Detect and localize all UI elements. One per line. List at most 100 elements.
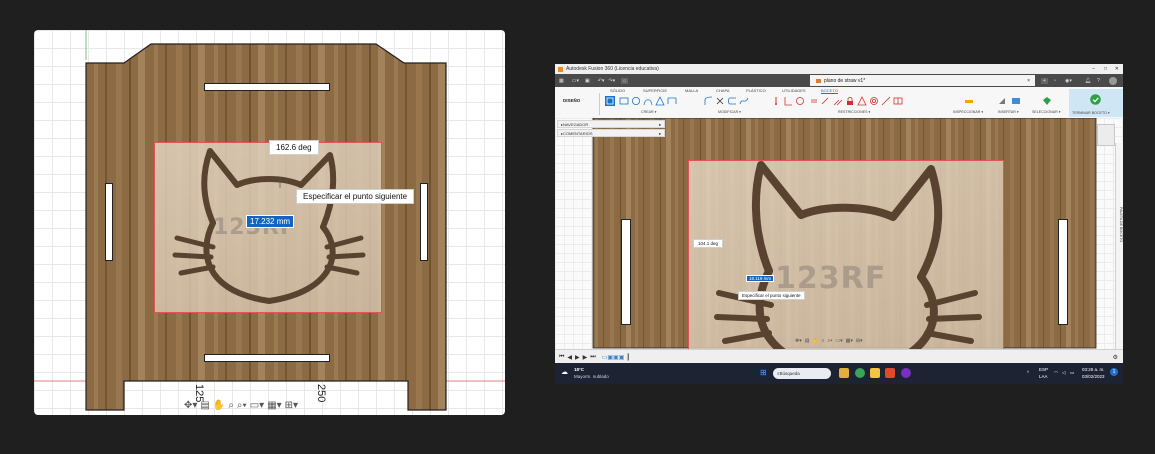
group-restricciones[interactable]: RESTRICCIONES ▾ bbox=[838, 110, 870, 114]
browser-toggle-icon[interactable]: ● bbox=[659, 122, 661, 127]
timeline-marker-icon[interactable]: ┃ bbox=[626, 354, 630, 361]
display-settings-icon[interactable]: ▭▾ bbox=[835, 336, 842, 346]
lang-line2[interactable]: LAA bbox=[1039, 374, 1048, 379]
minimize-button[interactable]: – bbox=[1092, 66, 1095, 72]
group-seleccionar[interactable]: SELECCIONAR ▾ bbox=[1032, 110, 1061, 114]
view-cube[interactable] bbox=[1097, 124, 1115, 146]
zoom-window-icon[interactable]: ⌕▾ bbox=[827, 336, 832, 346]
tray-chevron-icon[interactable]: ^ bbox=[1027, 370, 1029, 375]
workspace-dropdown[interactable]: DISEÑO bbox=[563, 98, 580, 103]
file-explorer-icon[interactable] bbox=[870, 368, 880, 378]
widget-app-icon[interactable] bbox=[839, 368, 849, 378]
tab-solido[interactable]: SÓLIDO bbox=[610, 88, 625, 93]
home-icon[interactable]: ⌂ bbox=[621, 77, 629, 84]
length-input-zoomed[interactable]: 18.119 mm bbox=[746, 275, 775, 282]
tab-utilidades[interactable]: UTILIDADES bbox=[782, 88, 806, 93]
comments-add-icon[interactable]: ● bbox=[659, 131, 661, 136]
clock-time[interactable]: 03:28 a. m. bbox=[1082, 367, 1105, 372]
help-icon[interactable]: ? bbox=[1097, 78, 1100, 84]
select-icon[interactable] bbox=[1042, 96, 1052, 106]
polygon-icon[interactable] bbox=[655, 96, 665, 106]
pan-icon[interactable]: ✋ bbox=[812, 336, 818, 346]
go-first-icon[interactable]: ⏮ bbox=[559, 354, 564, 361]
left-slot-zoomed[interactable] bbox=[621, 219, 631, 325]
curvature-icon[interactable] bbox=[893, 96, 903, 106]
look-at-icon[interactable]: ▤ bbox=[200, 401, 209, 411]
grid-settings-icon[interactable]: ▦▾ bbox=[846, 336, 853, 346]
group-terminar[interactable]: TERMINAR BOCETO ▾ bbox=[1072, 111, 1110, 115]
insert-canvas-icon[interactable] bbox=[1011, 96, 1021, 106]
volume-icon[interactable]: ◁ bbox=[1062, 370, 1065, 376]
concentric-icon[interactable] bbox=[869, 96, 879, 106]
weather-icon[interactable]: ☁ bbox=[561, 368, 568, 376]
tab-chapa[interactable]: CHAPA bbox=[716, 88, 729, 93]
pan-icon[interactable]: ✋ bbox=[213, 401, 225, 411]
file-menu-icon[interactable]: ▭▾ bbox=[572, 78, 579, 84]
viewports-icon[interactable]: ⊞▾ bbox=[856, 336, 863, 346]
group-modificar[interactable]: MODIFICAR ▾ bbox=[718, 110, 741, 114]
create-sketch-icon[interactable] bbox=[605, 96, 615, 106]
collinear-icon[interactable] bbox=[833, 96, 843, 106]
timeline-feature-icon[interactable]: ▭▣▣▣ bbox=[602, 354, 625, 361]
tab-boceto[interactable]: BOCETO bbox=[821, 88, 838, 94]
symmetry-icon[interactable] bbox=[857, 96, 867, 106]
timeline-settings-icon[interactable]: ⚙ bbox=[1113, 354, 1118, 361]
group-insertar[interactable]: INSERTAR ▾ bbox=[998, 110, 1019, 114]
top-slot[interactable] bbox=[204, 83, 330, 91]
right-slot-zoomed[interactable] bbox=[1058, 219, 1068, 325]
measure-icon[interactable] bbox=[964, 96, 974, 106]
orbit-icon[interactable]: ✥▾ bbox=[795, 336, 802, 346]
redo-icon[interactable]: ↷▾ bbox=[608, 78, 615, 84]
circle-icon[interactable] bbox=[631, 96, 641, 106]
tab-superficie[interactable]: SUPERFICIE bbox=[643, 88, 667, 93]
group-inspeccionar[interactable]: INSPECCIONAR ▾ bbox=[953, 110, 983, 114]
right-slot[interactable] bbox=[420, 183, 428, 261]
rectangle-icon[interactable] bbox=[619, 96, 629, 106]
sync-icon[interactable]: ◔ bbox=[1053, 78, 1056, 84]
bottom-slot[interactable] bbox=[204, 354, 330, 362]
jobs-icon[interactable]: ◉▾ bbox=[1065, 78, 1072, 84]
grid-settings-icon[interactable]: ▦▾ bbox=[267, 401, 281, 411]
avatar[interactable] bbox=[1109, 76, 1117, 85]
finish-sketch-check-icon[interactable] bbox=[1090, 94, 1101, 105]
perpendicular-icon[interactable] bbox=[783, 96, 793, 106]
close-window-button[interactable]: ✕ bbox=[1115, 66, 1119, 72]
length-input[interactable]: 17.232 mm bbox=[246, 215, 295, 228]
notifications-icon[interactable]: 🔔︎ bbox=[1085, 78, 1091, 84]
parallel-icon[interactable] bbox=[821, 96, 831, 106]
zoom-icon[interactable]: ⌕ bbox=[822, 336, 825, 346]
fix-lock-icon[interactable] bbox=[845, 96, 855, 106]
arc-icon[interactable] bbox=[643, 96, 653, 106]
chrome-icon[interactable] bbox=[855, 368, 865, 378]
canvas-image-zoomed[interactable]: 123RF bbox=[688, 160, 1004, 349]
browser-comentarios[interactable]: ▸ COMENTARIOS ● bbox=[557, 129, 665, 137]
play-icon[interactable]: ▶ bbox=[575, 354, 580, 361]
orbit-icon[interactable]: ✥▾ bbox=[184, 401, 197, 411]
go-last-icon[interactable]: ⏭ bbox=[590, 354, 595, 361]
undo-icon[interactable]: ↶▾ bbox=[598, 78, 605, 84]
wifi-icon[interactable]: ◠ bbox=[1054, 370, 1058, 376]
fillet-icon[interactable] bbox=[703, 96, 713, 106]
browser-navegador[interactable]: ▸ NAVEGADOR ● bbox=[557, 120, 665, 128]
new-tab-icon[interactable]: + bbox=[1041, 77, 1048, 84]
trim-icon[interactable] bbox=[715, 96, 725, 106]
sketch-palette-collapsed[interactable]: PALETA DE BOCETO bbox=[1115, 143, 1123, 349]
taskbar-search[interactable]: ⌕ Búsqueda bbox=[773, 368, 831, 379]
left-slot[interactable] bbox=[105, 183, 113, 261]
notification-badge[interactable]: 1 bbox=[1110, 368, 1118, 376]
tab-plastico[interactable]: PLÁSTICO bbox=[746, 88, 766, 93]
viewports-icon[interactable]: ⊞▾ bbox=[285, 401, 298, 411]
spline-icon[interactable] bbox=[667, 96, 677, 106]
document-tab[interactable]: plano de straw v1* × bbox=[810, 75, 1035, 86]
save-icon[interactable]: ▣ bbox=[585, 78, 590, 84]
insert-dxf-icon[interactable] bbox=[997, 96, 1007, 106]
coincident-icon[interactable] bbox=[771, 96, 781, 106]
finish-sketch-panel[interactable]: TERMINAR BOCETO ▾ bbox=[1069, 89, 1123, 117]
group-crear[interactable]: CREAR ▾ bbox=[641, 110, 656, 114]
tangent-icon[interactable] bbox=[795, 96, 805, 106]
tab-malla[interactable]: MALLA bbox=[685, 88, 698, 93]
zoom-icon[interactable]: ⌕ bbox=[228, 401, 234, 411]
look-at-icon[interactable]: ▤ bbox=[805, 336, 810, 346]
viewport-canvas[interactable]: 123RF 104.1 deg 18.119 mm Especificar el… bbox=[555, 118, 1123, 349]
maximize-button[interactable]: □ bbox=[1104, 66, 1107, 72]
